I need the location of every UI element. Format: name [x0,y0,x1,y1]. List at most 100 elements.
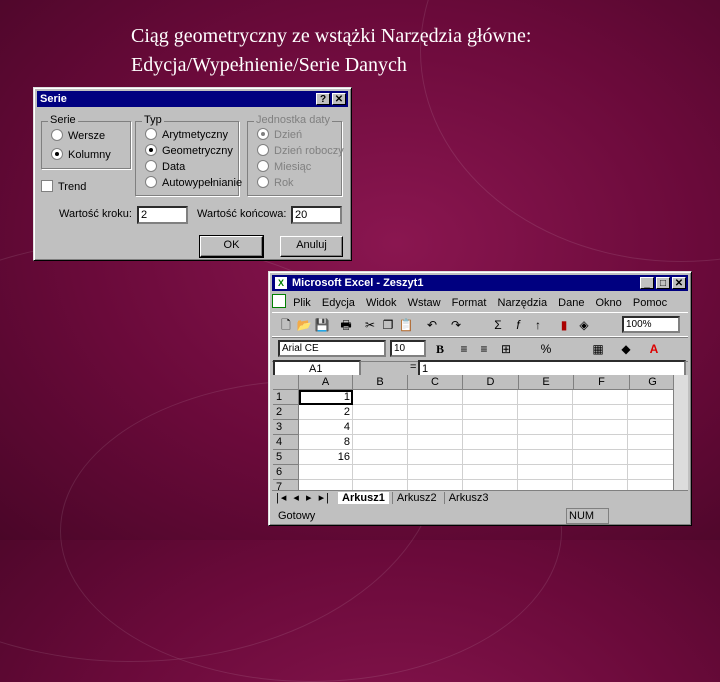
tab-scroll-icons[interactable]: |◂ ◂ ▸ ▸| [276,492,331,504]
menu-insert[interactable]: Wstaw [408,297,441,309]
cell-a1[interactable]: 1 [299,390,353,405]
paste-icon[interactable]: 📋 [398,317,414,333]
excel-logo-icon: X [275,277,287,289]
vertical-scrollbar[interactable] [673,375,688,498]
radio-icon [257,160,269,172]
radio-columns[interactable]: Kolumny [51,148,111,162]
row-header[interactable]: 4 [273,435,299,450]
stop-label: Wartość końcowa: [197,208,287,220]
open-icon[interactable]: 📂 [296,317,312,333]
fill-color-icon[interactable]: ◆ [618,341,634,357]
radio-selected-icon [51,148,63,160]
redo-icon[interactable]: ↷ [448,317,464,333]
font-color-icon[interactable]: A [646,341,662,357]
radio-date[interactable]: Data [145,160,185,174]
help-button[interactable]: ? [316,93,330,105]
menu-view[interactable]: Widok [366,297,397,309]
slide-title-line1: Ciąg geometryczny ze wstążki Narzędzia g… [131,25,532,47]
row-header[interactable]: 3 [273,420,299,435]
menu-tools[interactable]: Narzędzia [498,297,548,309]
menu-format[interactable]: Format [452,297,487,309]
row-header[interactable]: 1 [273,390,299,405]
dialog-titlebar: Serie ? ✕ [37,91,348,107]
copy-icon[interactable]: ❐ [380,317,396,333]
font-name-select[interactable]: Arial CE [278,340,386,357]
stop-value-input[interactable]: 20 [291,206,342,224]
new-icon[interactable]: 🗋 [278,317,294,333]
menu-file[interactable]: Plik [293,297,311,309]
undo-icon[interactable]: ↶ [424,317,440,333]
chart-icon[interactable]: ▮ [556,317,572,333]
status-num: NUM [566,508,610,524]
row-header[interactable]: 6 [273,465,299,480]
borders-icon[interactable]: ▦ [590,341,606,357]
sheet-tab[interactable]: Arkusz2 [391,492,441,504]
close-button[interactable]: ✕ [672,277,686,289]
menu-data[interactable]: Dane [558,297,584,309]
radio-autofill[interactable]: Autowypełnianie [145,176,242,190]
ok-button[interactable]: OK [199,235,264,258]
radio-month[interactable]: Miesiąc [257,160,311,174]
cell-a5[interactable]: 16 [299,450,353,465]
radio-growth[interactable]: Geometryczny [145,144,233,158]
col-header-f[interactable]: F [574,375,630,390]
select-all-corner[interactable] [273,375,299,390]
formula-equals[interactable]: = [410,361,416,373]
maximize-button[interactable]: □ [656,277,670,289]
cell-a2[interactable]: 2 [299,405,353,420]
font-size-select[interactable]: 10 [390,340,426,357]
checkbox-icon [41,180,53,192]
menu-edit[interactable]: Edycja [322,297,355,309]
print-icon[interactable]: 🖶 [338,317,354,333]
col-header-d[interactable]: D [463,375,519,390]
percent-icon[interactable]: % [538,341,554,357]
function-icon[interactable]: f [510,317,526,333]
align-left-icon[interactable]: ≡ [456,341,472,357]
formatting-toolbar: Arial CE 10 B ≡ ≡ ⊞ % ▦ ◆ A [272,336,688,362]
excel-window: X Microsoft Excel - Zeszyt1 _ □ ✕ Plik E… [268,271,692,526]
autosum-icon[interactable]: Σ [490,317,506,333]
col-header-c[interactable]: C [408,375,463,390]
sheet-tabs-bar: |◂ ◂ ▸ ▸| Arkusz1 Arkusz2 Arkusz3 [272,490,688,506]
status-bar: Gotowy NUM [272,508,688,524]
step-label: Wartość kroku: [59,208,132,220]
workbook-icon [272,294,286,308]
radio-day[interactable]: Dzień [257,128,302,142]
close-button[interactable]: ✕ [332,93,346,105]
radio-weekday[interactable]: Dzień roboczy [257,144,344,158]
cut-icon[interactable]: ✂ [362,317,378,333]
cell-a6[interactable] [299,465,353,480]
type-label: Typ [142,114,164,126]
menu-help[interactable]: Pomoc [633,297,667,309]
bold-icon[interactable]: B [432,341,448,357]
minimize-button[interactable]: _ [640,277,654,289]
cell-a3[interactable]: 4 [299,420,353,435]
zoom-select[interactable]: 100% [622,316,680,333]
save-icon[interactable]: 💾 [314,317,330,333]
radio-selected-icon [257,128,269,140]
col-header-b[interactable]: B [353,375,408,390]
sheet-tab[interactable]: Arkusz3 [443,492,493,504]
row-header[interactable]: 5 [273,450,299,465]
radio-linear[interactable]: Arytmetyczny [145,128,228,142]
menu-window[interactable]: Okno [596,297,622,309]
status-text: Gotowy [278,510,316,522]
radio-rows[interactable]: Wersze [51,129,105,143]
map-icon[interactable]: ◈ [576,317,592,333]
radio-year[interactable]: Rok [257,176,294,190]
col-header-e[interactable]: E [519,375,574,390]
align-center-icon[interactable]: ≡ [476,341,492,357]
dialog-title: Serie [40,93,67,105]
row-header[interactable]: 2 [273,405,299,420]
step-value-input[interactable]: 2 [137,206,188,224]
trend-checkbox[interactable]: Trend [41,180,86,194]
grid-lines [353,390,676,498]
cell-a4[interactable]: 8 [299,435,353,450]
cancel-button[interactable]: Anuluj [280,236,343,257]
col-header-g[interactable]: G [630,375,676,390]
sheet-tab-active[interactable]: Arkusz1 [338,492,389,504]
menu-bar: Plik Edycja Widok Wstaw Format Narzędzia… [272,294,688,312]
sort-asc-icon[interactable]: ↑ [530,317,546,333]
col-header-a[interactable]: A [299,375,353,390]
merge-center-icon[interactable]: ⊞ [498,341,514,357]
